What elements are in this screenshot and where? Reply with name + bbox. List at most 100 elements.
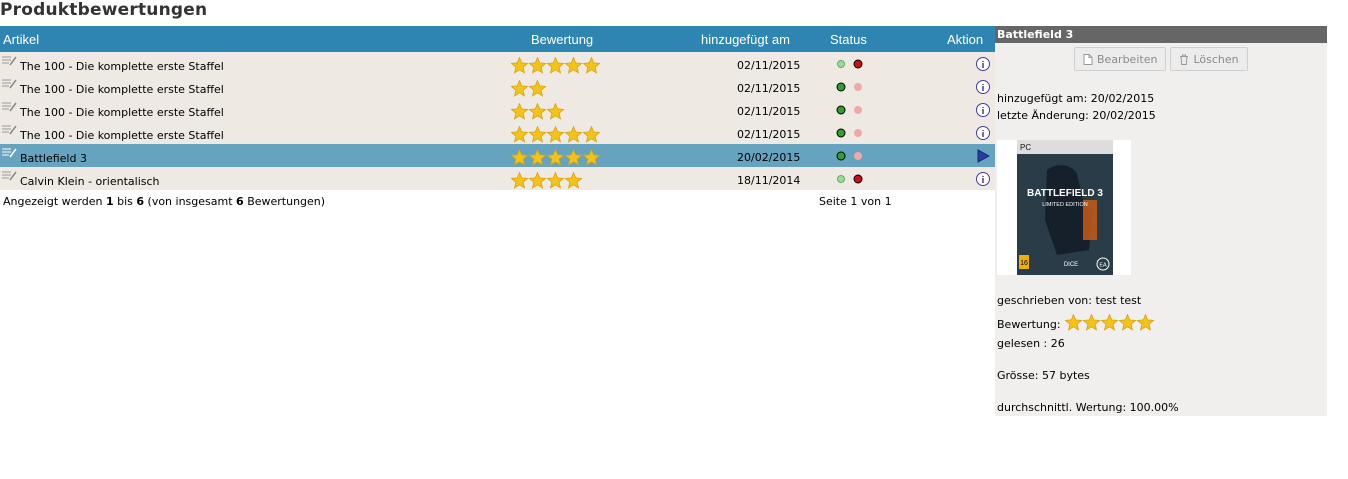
edit-note-icon[interactable] (1, 169, 17, 183)
star-icon (510, 102, 529, 120)
rating-stars (510, 102, 611, 120)
average-rating: durchschnittl. Wertung: 100.00% (997, 401, 1179, 414)
added-date: 02/11/2015 (737, 105, 801, 118)
read-count: gelesen : 26 (997, 337, 1065, 350)
star-icon (582, 125, 601, 143)
edit-note-icon[interactable] (1, 123, 17, 137)
added-date: 02/11/2015 (737, 82, 801, 95)
table-header: Artikel Bewertung hinzugefügt am Status … (0, 26, 995, 52)
star-icon (528, 171, 547, 189)
table-row[interactable]: Calvin Klein - orientalisch 18/11/2014 (0, 167, 995, 190)
status-toggle[interactable] (836, 104, 866, 116)
status-green-icon[interactable] (837, 60, 845, 68)
info-icon[interactable] (975, 102, 991, 118)
table-row[interactable]: The 100 - Die komplette erste Staffel 02… (0, 75, 995, 98)
col-status[interactable]: Status (830, 32, 867, 47)
added-date: 20/02/2015 (737, 151, 801, 164)
table-row[interactable]: The 100 - Die komplette erste Staffel 02… (0, 121, 995, 144)
status-red-icon[interactable] (854, 106, 862, 114)
star-icon (510, 56, 529, 74)
article-name[interactable]: Battlefield 3 (20, 152, 87, 165)
col-artikel[interactable]: Artikel (3, 32, 39, 47)
star-icon (564, 125, 583, 143)
star-icon (510, 79, 529, 97)
star-icon (582, 56, 601, 74)
status-green-icon[interactable] (837, 175, 845, 183)
edit-note-icon[interactable] (1, 146, 17, 160)
rating: Bewertung: (997, 313, 1154, 331)
rating-stars (510, 148, 611, 166)
star-icon (583, 173, 599, 188)
svg-text:16: 16 (1020, 260, 1028, 267)
status-red-icon[interactable] (854, 152, 862, 160)
star-icon (583, 104, 599, 119)
star-icon (510, 171, 529, 189)
rating-stars (510, 56, 611, 74)
info-icon[interactable] (975, 171, 991, 187)
status-toggle[interactable] (836, 58, 866, 70)
delete-button[interactable]: Löschen (1170, 47, 1248, 71)
status-red-icon[interactable] (853, 59, 863, 69)
status-red-icon[interactable] (854, 83, 862, 91)
author: geschrieben von: test test (997, 294, 1142, 307)
edit-note-icon[interactable] (1, 100, 17, 114)
status-toggle[interactable] (836, 127, 866, 139)
svg-text:DICE: DICE (1064, 262, 1078, 268)
arrow-right-icon[interactable] (975, 148, 991, 164)
size: Grösse: 57 bytes (997, 369, 1090, 382)
status-green-icon[interactable] (836, 128, 846, 138)
status-toggle[interactable] (836, 173, 866, 185)
article-name[interactable]: The 100 - Die komplette erste Staffel (20, 83, 224, 96)
article-name[interactable]: The 100 - Die komplette erste Staffel (20, 106, 224, 119)
status-green-icon[interactable] (836, 82, 846, 92)
info-icon[interactable] (975, 79, 991, 95)
table-row[interactable]: The 100 - Die komplette erste Staffel 02… (0, 98, 995, 121)
svg-text:BATTLEFIELD 3: BATTLEFIELD 3 (1027, 188, 1103, 199)
star-icon (583, 81, 599, 96)
col-bewertung[interactable]: Bewertung (531, 32, 593, 47)
edit-note-icon[interactable] (1, 54, 17, 68)
star-icon (546, 56, 565, 74)
star-icon (528, 125, 547, 143)
article-name[interactable]: The 100 - Die komplette erste Staffel (20, 60, 224, 73)
star-icon (546, 171, 565, 189)
star-icon (546, 125, 565, 143)
status-toggle[interactable] (836, 81, 866, 93)
status-red-icon[interactable] (853, 174, 863, 184)
star-icon (510, 148, 529, 166)
svg-text:EA: EA (1099, 263, 1107, 269)
added-date: 02/11/2015 (737, 128, 801, 141)
result-summary: Angezeigt werden 1 bis 6 (von insgesamt … (3, 195, 326, 208)
status-toggle[interactable] (836, 150, 866, 162)
star-icon (547, 81, 563, 96)
star-icon (1099, 313, 1119, 331)
rating-stars (510, 171, 611, 189)
rating-stars (510, 79, 611, 97)
edit-button[interactable]: Bearbeiten (1074, 47, 1167, 71)
product-image: PC BATTLEFIELD 3 LIMITED EDITION 16 DICE… (997, 140, 1131, 275)
table-row[interactable]: The 100 - Die komplette erste Staffel 02… (0, 52, 995, 75)
star-icon (528, 56, 547, 74)
star-icon (528, 79, 547, 97)
info-icon[interactable] (975, 56, 991, 72)
rating-stars (510, 125, 611, 143)
star-icon (546, 148, 565, 166)
star-icon (546, 102, 565, 120)
col-datum[interactable]: hinzugefügt am (701, 32, 790, 47)
panel-title: Battlefield 3 (995, 26, 1327, 43)
star-icon (510, 125, 529, 143)
article-name[interactable]: The 100 - Die komplette erste Staffel (20, 129, 224, 142)
star-icon (582, 148, 601, 166)
info-icon[interactable] (975, 125, 991, 141)
edit-note-icon[interactable] (1, 77, 17, 91)
status-green-icon[interactable] (836, 151, 846, 161)
reviews-table: Artikel Bewertung hinzugefügt am Status … (0, 26, 995, 220)
status-red-icon[interactable] (854, 129, 862, 137)
changed-date: letzte Änderung: 20/02/2015 (997, 109, 1156, 122)
star-icon (564, 56, 583, 74)
trash-icon (1180, 54, 1189, 65)
status-green-icon[interactable] (836, 105, 846, 115)
star-icon (528, 102, 547, 120)
article-name[interactable]: Calvin Klein - orientalisch (20, 175, 160, 188)
table-row[interactable]: Battlefield 3 20/02/2015 (0, 144, 995, 167)
